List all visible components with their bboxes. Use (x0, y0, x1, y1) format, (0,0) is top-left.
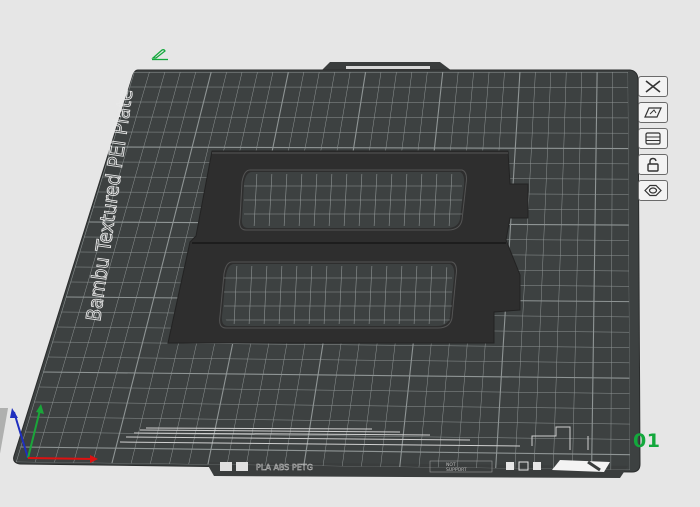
plate-toolbar (638, 76, 670, 201)
plate-number[interactable]: 01 (633, 430, 660, 452)
arrange-button[interactable] (638, 128, 668, 149)
arrange-icon (645, 132, 661, 145)
lock-plate-button[interactable] (638, 154, 668, 175)
filament-label: PLA ABS PETG (256, 463, 313, 472)
plate-settings-button[interactable] (638, 180, 668, 201)
lock-icon (647, 157, 659, 172)
edit-plate-name-icon[interactable] (150, 46, 170, 65)
origin-marker (0, 408, 9, 454)
support-label: SUPPORT (446, 467, 467, 473)
auto-orient-icon (644, 107, 662, 118)
auto-orient-button[interactable] (638, 102, 668, 123)
close-icon (645, 80, 661, 93)
remove-plate-button[interactable] (638, 76, 668, 97)
plate-handle-slot (346, 66, 430, 69)
plate-settings-icon (644, 184, 662, 197)
3d-viewport[interactable]: Bambu Textured PEI Plate PLA ABS PETG NO… (0, 0, 700, 507)
